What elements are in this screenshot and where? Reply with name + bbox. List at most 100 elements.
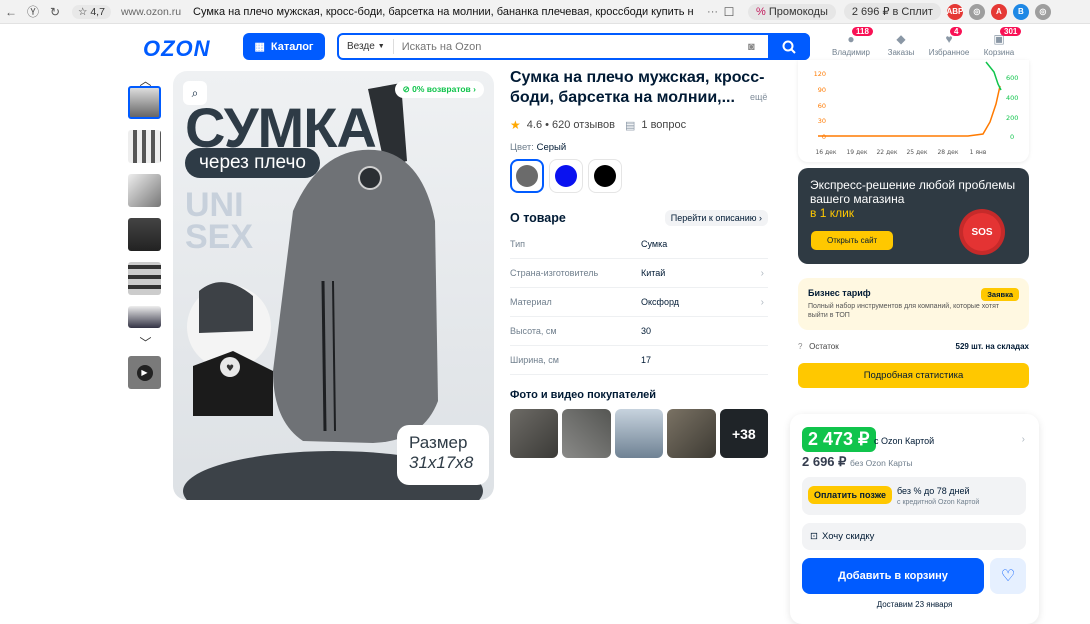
cart-badge: 301 — [1000, 27, 1022, 36]
product-main-image[interactable]: СУМКА через плечо UNI SEX ♥ ⌕ ⊘ 0% возвра… — [173, 71, 494, 500]
header-orders[interactable]: ◆ Заказы — [876, 32, 926, 57]
x-tick: 19 дек — [846, 149, 867, 156]
delivery-date: Доставим 23 января — [876, 600, 953, 609]
grid-icon: ▦ — [254, 41, 265, 53]
specs-table: Тип Сумка Страна-изготовитель Китай › Матер… — [510, 230, 768, 375]
more-icon[interactable]: ··· — [707, 6, 718, 18]
percent-icon: % — [756, 5, 766, 18]
x-tick: 1 янв — [970, 149, 987, 156]
biz-desc: Полный набор инструментов для компаний, … — [808, 303, 1000, 319]
business-tariff-card: Бизнес тариф Полный набор инструментов д… — [798, 278, 1029, 330]
swatch-dot — [555, 165, 577, 187]
zoom-icon[interactable]: ⌕ — [183, 81, 207, 105]
rating-row: ★ 4.6 • 620 отзывов ▤ 1 вопрос — [510, 118, 768, 132]
x-tick: 16 дек — [815, 149, 836, 156]
chevron-right-icon: › — [760, 267, 764, 279]
video-thumbnail[interactable]: ▶ — [128, 356, 161, 389]
x-tick: 28 дек — [937, 149, 958, 156]
bookmark-icon[interactable]: ☐ — [718, 5, 740, 19]
go-to-description-link[interactable]: Перейти к описанию › — [664, 210, 768, 226]
add-to-cart-button[interactable]: Добавить в корзину — [802, 558, 984, 594]
search-scope-select[interactable]: Везде ▼ — [339, 39, 394, 54]
customer-photo[interactable] — [562, 409, 611, 458]
sales-chart: 120 90 60 30 0 600 400 200 0 16 дек 19 д… — [814, 61, 1018, 156]
ozon-logo[interactable]: OZON — [143, 36, 211, 62]
favorite-heart-icon[interactable]: ♡ — [990, 558, 1026, 594]
detailed-stats-button[interactable]: Подробная статистика — [798, 363, 1029, 388]
swatch-black[interactable] — [588, 159, 622, 193]
thumbnail[interactable] — [128, 306, 161, 328]
stock-value: 529 шт. на складах — [955, 342, 1029, 351]
yandex-icon[interactable]: Ⓨ — [22, 3, 44, 20]
adblock-icon[interactable]: ABP — [946, 3, 963, 20]
customer-photos: +38 — [510, 409, 769, 458]
header-favorites[interactable]: ♥ 4 Избранное — [924, 27, 974, 57]
split-chip[interactable]: 2 696 ₽ в Сплит — [843, 3, 941, 20]
globe2-icon[interactable]: ◎ — [1034, 3, 1051, 20]
pay-later-block[interactable]: Оплатить позже без % до 78 дней с кредит… — [802, 477, 1026, 515]
reviews-link[interactable]: 4.6 • 620 отзывов — [527, 119, 615, 131]
thumbnail[interactable] — [128, 262, 161, 295]
sos-icon: SOS — [963, 213, 1001, 251]
site-rating[interactable]: ☆ 4,7 — [72, 4, 111, 19]
questions-link[interactable]: 1 вопрос — [641, 119, 686, 131]
thumbnail[interactable] — [128, 130, 161, 163]
want-discount-button[interactable]: ⊡ Хочу скидку — [802, 523, 1026, 550]
more-photos-button[interactable]: +38 — [719, 409, 769, 458]
open-site-button[interactable]: Открыть сайт — [811, 231, 894, 250]
pay-later-button[interactable]: Оплатить позже — [808, 486, 892, 504]
profile-badge: 118 — [852, 27, 873, 36]
chevron-down-icon[interactable]: ﹀ — [128, 334, 163, 350]
about-title: О товаре — [510, 211, 566, 225]
customer-photo[interactable] — [614, 409, 664, 458]
customer-photo[interactable] — [510, 409, 559, 458]
y-right-tick: 0 — [1010, 133, 1014, 141]
camera-icon[interactable]: ◙ — [748, 41, 768, 53]
reload-icon[interactable]: ↻ — [44, 5, 66, 19]
user-icon: ● 118 — [826, 27, 876, 48]
sales-graph: 120 90 60 30 0 600 400 200 0 16 дек 19 д… — [798, 60, 1029, 162]
color-swatches — [510, 159, 768, 193]
spec-row[interactable]: Страна-изготовитель Китай › — [510, 259, 768, 288]
thumbnail[interactable] — [128, 86, 161, 119]
promo-codes-chip[interactable]: % Промокоды — [748, 3, 836, 20]
y-right-tick: 200 — [1006, 114, 1018, 122]
header-profile[interactable]: ● 118 Владимир — [826, 27, 876, 57]
search-bar: Везде▼ ◙ — [337, 33, 810, 60]
search-button[interactable] — [768, 33, 810, 60]
color-label: Цвет: Серый — [510, 142, 567, 153]
card-price: 2 473 ₽ — [802, 427, 876, 452]
thumbnail[interactable] — [128, 174, 161, 207]
extension-b-icon[interactable]: B — [1012, 3, 1029, 20]
header-cart[interactable]: ▣ 301 Корзина — [974, 27, 1024, 57]
swatch-grey[interactable] — [510, 159, 544, 193]
spec-row: Высота, см 30 — [510, 317, 768, 346]
question-icon: ▤ — [624, 119, 636, 132]
extension-a-icon[interactable]: A — [990, 3, 1007, 20]
customer-photo[interactable] — [667, 409, 716, 458]
play-icon: ▶ — [136, 364, 153, 381]
product-title: Сумка на плечо мужская, кросс-боди, барс… — [510, 69, 765, 106]
promo-banner[interactable]: Экспресс-решение любой проблемы вашего м… — [798, 168, 1029, 264]
chevron-up-icon[interactable]: ︿ — [128, 72, 163, 88]
swatch-blue[interactable] — [549, 159, 583, 193]
chevron-right-icon[interactable]: › — [1022, 434, 1025, 445]
back-icon[interactable]: ← — [0, 5, 22, 19]
pay-later-terms: без % до 78 дней — [897, 486, 970, 496]
title-more-link[interactable]: ещё — [750, 92, 767, 102]
size-card: Размер 31x17x8 — [397, 425, 489, 485]
search-input[interactable] — [393, 40, 748, 53]
x-tick: 22 дек — [876, 149, 897, 156]
spec-row[interactable]: Материал Оксфорд › — [510, 288, 768, 317]
catalog-button[interactable]: ▦ Каталог — [243, 33, 325, 60]
returns-badge[interactable]: ⊘ 0% возвратов › — [394, 81, 484, 98]
thumbnail[interactable] — [128, 218, 161, 251]
stock-row: ? Остаток 529 шт. на складах — [798, 342, 1029, 351]
chevron-right-icon: › — [760, 296, 764, 308]
y-left-tick: 120 — [814, 70, 826, 78]
star-icon: ★ — [510, 118, 521, 132]
biz-apply-button[interactable]: Заявка — [981, 288, 1019, 301]
address-bar[interactable]: www.ozon.ru — [121, 6, 181, 18]
card-price-label: с Ozon Картой — [874, 436, 935, 446]
globe-icon[interactable]: ◎ — [968, 3, 985, 20]
